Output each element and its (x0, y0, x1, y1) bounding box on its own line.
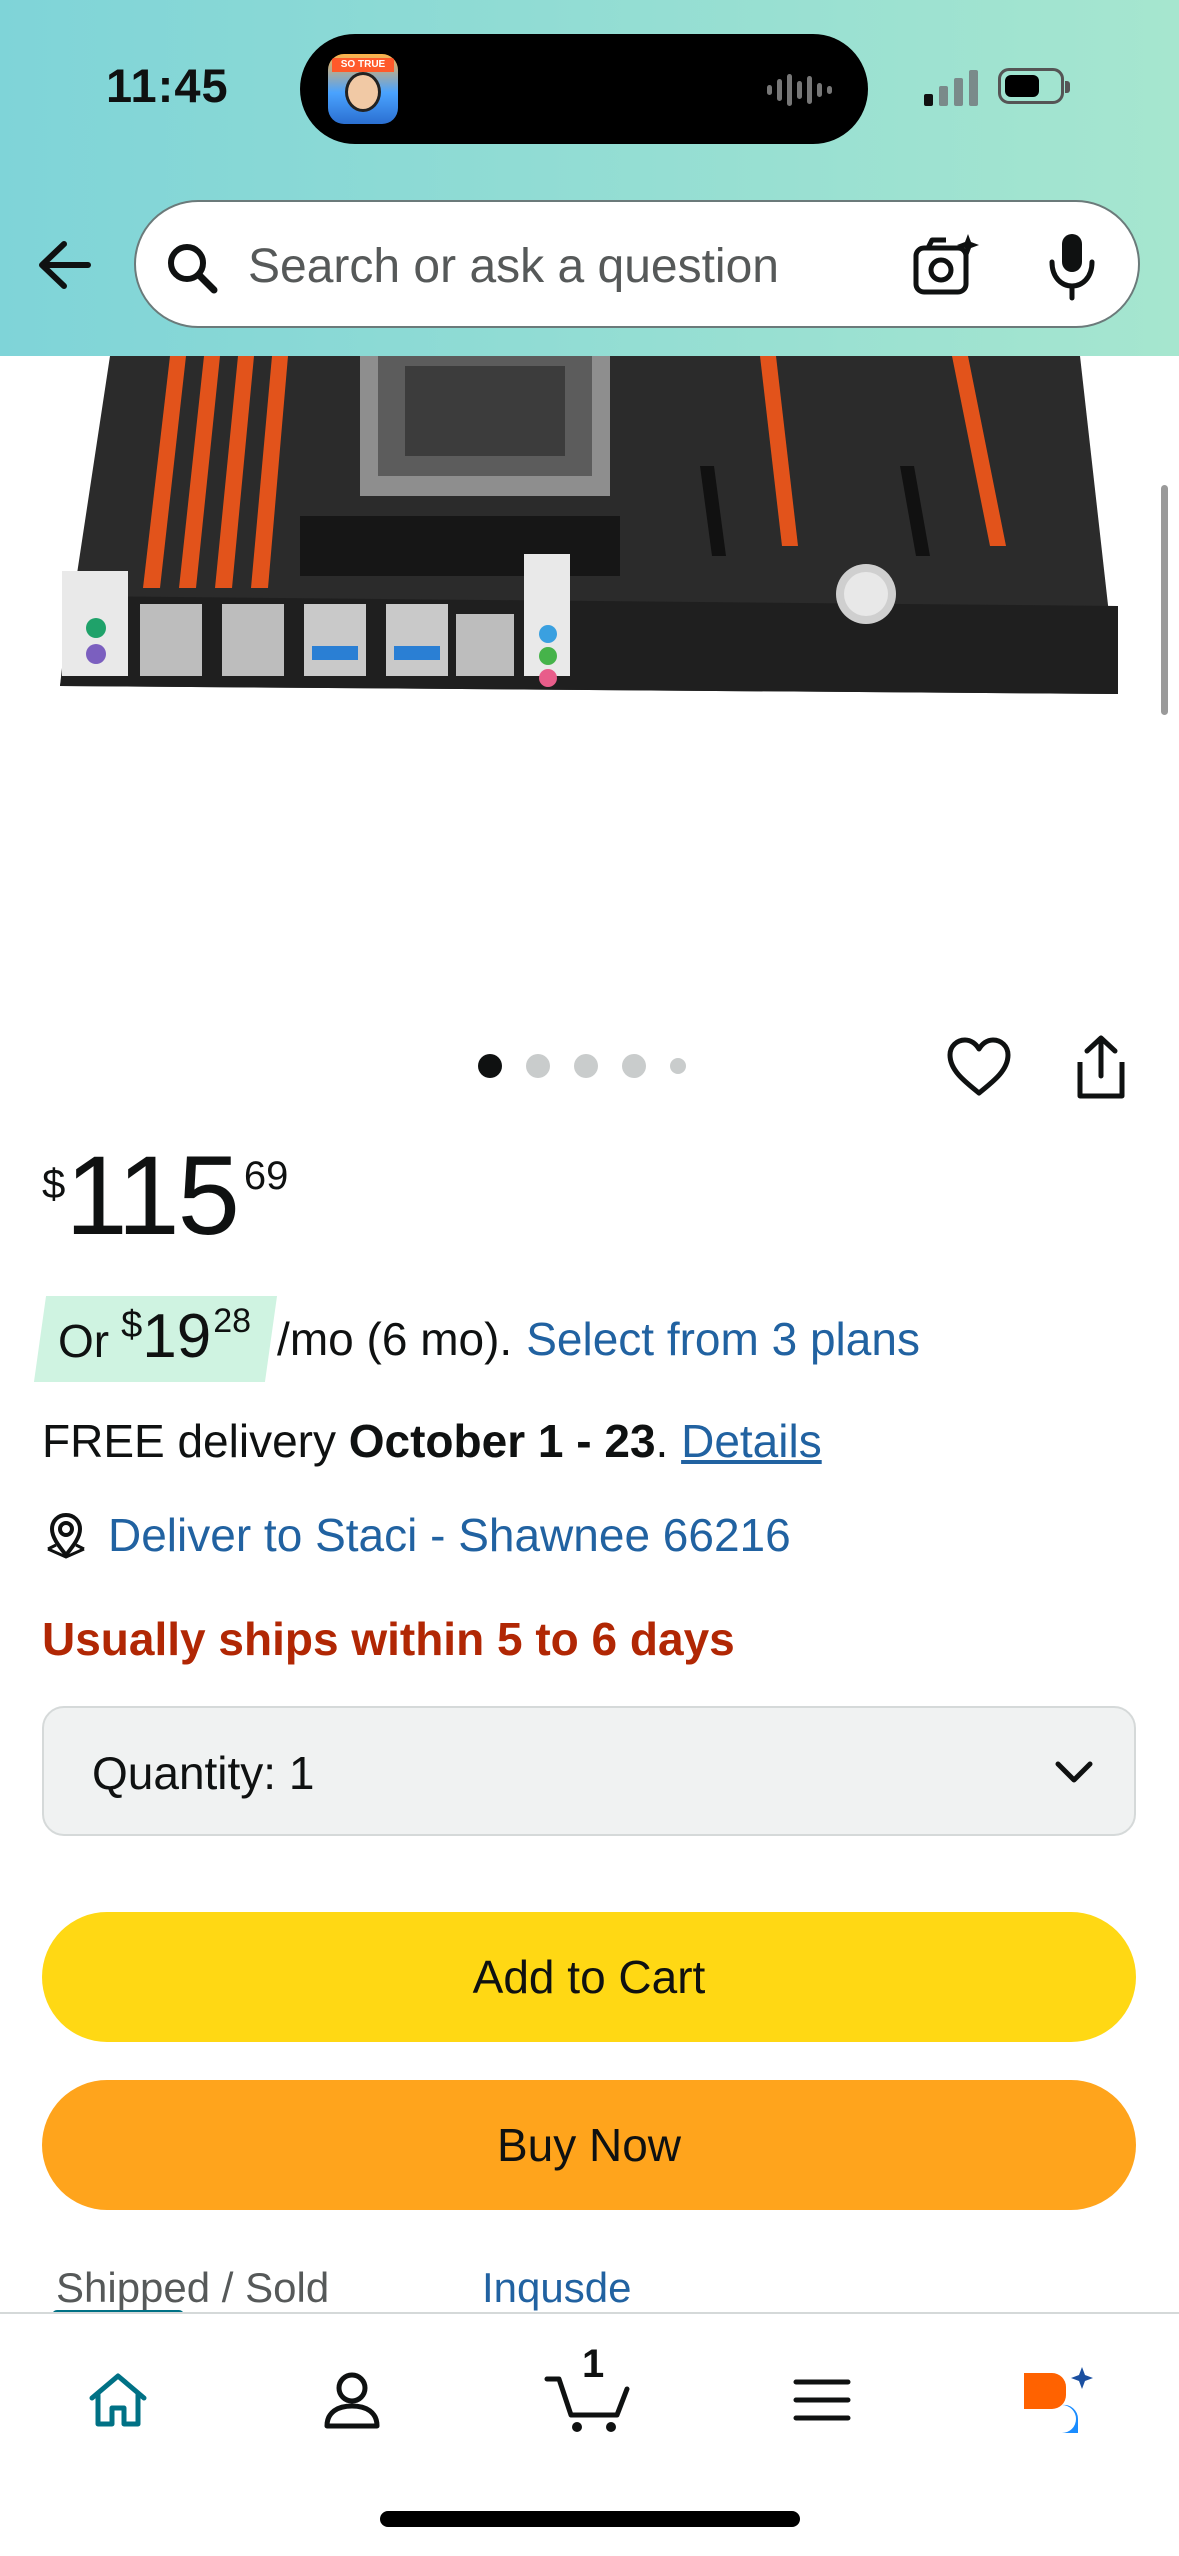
image-pagination[interactable] (478, 1054, 686, 1078)
shipped-sold-label: Shipped / Sold (56, 2264, 330, 2311)
delivery-separator: . (655, 1415, 682, 1467)
nav-account[interactable] (302, 2350, 402, 2450)
scroll-indicator[interactable] (1161, 485, 1168, 715)
menu-icon (793, 2379, 851, 2421)
nav-home[interactable] (68, 2350, 168, 2450)
nav-cart[interactable]: 1 (538, 2342, 638, 2450)
chevron-down-icon (1055, 1761, 1093, 1783)
pagination-dot[interactable] (622, 1054, 646, 1078)
ai-assistant-icon (1024, 2367, 1093, 2433)
search-bar[interactable] (134, 200, 1140, 328)
live-activity-thumbnail: SO TRUE (328, 54, 398, 124)
location-pin-icon (47, 1512, 85, 1559)
delivery-info: FREE delivery October 1 - 23. Details (42, 1414, 822, 1468)
select-plans-link[interactable]: Select from 3 plans (526, 1312, 920, 1366)
quantity-label: Quantity: 1 (92, 1747, 315, 1799)
deliver-to-location[interactable]: Deliver to Staci - Shawnee 66216 (42, 1508, 791, 1562)
account-icon (324, 2372, 380, 2429)
installment-prefix: Or (58, 1315, 110, 1367)
search-input[interactable] (248, 228, 888, 304)
delivery-dates: October 1 - 23 (348, 1415, 656, 1467)
pagination-dot[interactable] (478, 1054, 502, 1078)
product-price: $ 115 69 (42, 1140, 288, 1252)
share-icon[interactable] (1068, 1032, 1134, 1104)
installment-terms: /mo (6 mo). (277, 1313, 513, 1365)
installment-fraction: 28 (213, 1302, 252, 1340)
home-icon (89, 2373, 147, 2427)
cellular-signal-icon (924, 70, 978, 106)
price-fraction: 69 (243, 1154, 289, 1198)
microphone-icon[interactable] (1042, 230, 1102, 302)
pagination-dot[interactable] (526, 1054, 550, 1078)
price-whole: 115 (65, 1133, 240, 1258)
wishlist-heart-icon[interactable] (944, 1035, 1014, 1099)
pagination-dot[interactable] (670, 1058, 686, 1074)
installment-whole: 19 (142, 1302, 212, 1371)
pagination-dot[interactable] (574, 1054, 598, 1078)
delivery-prefix: FREE delivery (42, 1415, 349, 1467)
buy-now-button[interactable]: Buy Now (42, 2080, 1136, 2210)
shipping-availability: Usually ships within 5 to 6 days (42, 1613, 735, 1665)
status-time: 11:45 (106, 59, 229, 112)
back-arrow-icon[interactable] (30, 230, 100, 300)
deliver-to-link[interactable]: Deliver to Staci - Shawnee 66216 (108, 1508, 791, 1562)
quantity-value: 1 (288, 1747, 315, 1799)
nav-menu[interactable] (772, 2350, 872, 2450)
installment-currency: $ (121, 1304, 143, 1346)
audio-waveform-icon (767, 74, 832, 106)
home-indicator[interactable] (380, 2511, 800, 2527)
camera-search-icon[interactable] (910, 230, 982, 302)
avatar (345, 72, 381, 112)
price-currency: $ (42, 1160, 66, 1207)
quantity-select[interactable]: Quantity: 1 (42, 1706, 1136, 1836)
header: 11:45 SO TRUE (0, 0, 1179, 356)
motherboard-image (60, 356, 1118, 694)
nav-ai-assistant[interactable] (1006, 2350, 1106, 2450)
search-icon (168, 244, 218, 294)
thumbnail-tag: SO TRUE (332, 58, 394, 72)
battery-icon (998, 68, 1070, 104)
add-to-cart-button[interactable]: Add to Cart (42, 1912, 1136, 2042)
cart-count: 1 (582, 2342, 605, 2386)
installment-offer: Or $ 19 28 /mo (6 mo). Select from 3 pla… (40, 1296, 920, 1382)
delivery-details-link[interactable]: Details (681, 1415, 822, 1467)
seller-link[interactable]: Inqusde (482, 2264, 631, 2312)
product-image[interactable] (0, 356, 1179, 706)
installment-highlight: Or $ 19 28 (40, 1296, 271, 1382)
dynamic-island[interactable]: SO TRUE (300, 34, 868, 144)
